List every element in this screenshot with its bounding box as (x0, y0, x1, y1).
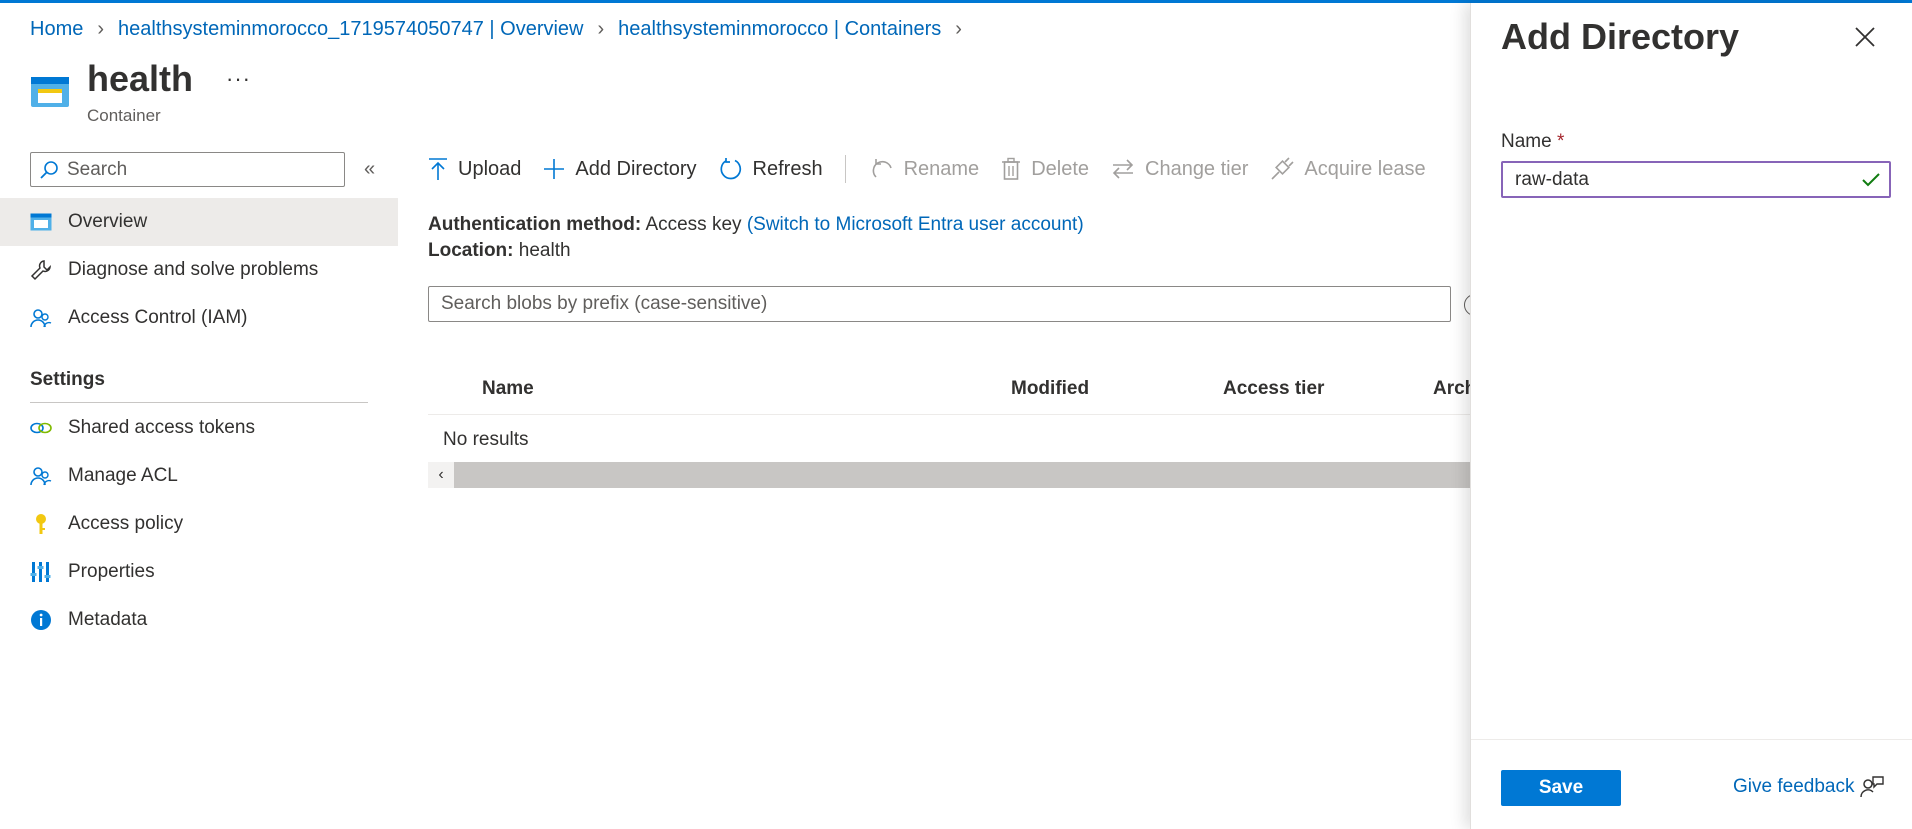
key-icon (30, 513, 52, 535)
sidebar-item-manage-acl[interactable]: Manage ACL (0, 452, 398, 500)
sidebar-item-shared-access-tokens[interactable]: Shared access tokens (0, 404, 398, 452)
rename-label: Rename (903, 157, 980, 180)
directory-name-value: raw-data (1515, 168, 1589, 190)
divider (30, 402, 368, 403)
sidebar-item-label: Diagnose and solve problems (68, 259, 319, 280)
blob-search-input[interactable]: Search blobs by prefix (case-sensitive) (428, 286, 1451, 322)
location-value: health (518, 240, 571, 261)
give-feedback-link[interactable]: Give feedback (1733, 775, 1885, 799)
breadcrumb-home[interactable]: Home (30, 18, 83, 41)
feedback-icon (1860, 776, 1885, 798)
change-tier-button[interactable]: Change tier (1111, 158, 1248, 181)
add-directory-label: Add Directory (575, 157, 697, 180)
refresh-button[interactable]: Refresh (719, 157, 823, 181)
checkmark-icon (1862, 173, 1880, 187)
sidebar-item-label: Access Control (IAM) (68, 307, 248, 328)
delete-button[interactable]: Delete (1001, 157, 1089, 181)
directory-name-input[interactable]: raw-data (1501, 161, 1891, 198)
refresh-label: Refresh (752, 157, 823, 180)
column-header-access-tier[interactable]: Access tier (1223, 378, 1324, 400)
upload-icon (429, 158, 447, 180)
save-button[interactable]: Save (1501, 770, 1621, 806)
panel-title: Add Directory (1501, 16, 1740, 57)
empty-state-text: No results (443, 429, 529, 450)
people-icon (30, 307, 52, 329)
switch-auth-link[interactable]: (Switch to Microsoft Entra user account) (747, 214, 1084, 235)
sidebar-item-properties[interactable]: Properties (0, 548, 398, 596)
link-icon (30, 417, 52, 439)
breadcrumb-containers[interactable]: healthsysteminmorocco | Containers (618, 18, 941, 41)
settings-heading: Settings (30, 369, 105, 390)
chevron-right-icon: › (97, 18, 105, 40)
breadcrumb: Home › healthsysteminmorocco_17195740507… (30, 18, 966, 41)
add-directory-panel: Add Directory Name * raw-data Save Give … (1470, 3, 1912, 829)
change-tier-label: Change tier (1145, 157, 1249, 180)
rename-icon (872, 159, 892, 178)
sidebar-item-access-policy[interactable]: Access policy (0, 500, 398, 548)
toolbar-divider (844, 155, 846, 183)
column-header-modified[interactable]: Modified (1011, 378, 1089, 400)
info-icon (30, 609, 52, 631)
location-line: Location: health (428, 240, 571, 262)
collapse-sidebar-button[interactable]: « (364, 158, 375, 181)
sidebar-item-iam[interactable]: Access Control (IAM) (0, 294, 398, 342)
add-directory-button[interactable]: Add Directory (543, 157, 697, 181)
sidebar-item-label: Access policy (68, 513, 184, 534)
close-icon[interactable] (1853, 25, 1877, 49)
blob-search-placeholder: Search blobs by prefix (case-sensitive) (441, 293, 768, 314)
chevron-left-icon[interactable]: ‹ (428, 462, 454, 488)
sidebar-search-placeholder: Search (67, 158, 128, 180)
sidebar-item-label: Manage ACL (68, 465, 178, 486)
page-subtitle: Container (87, 106, 161, 125)
properties-icon (30, 561, 52, 583)
sidebar-item-label: Metadata (68, 609, 148, 630)
upload-button[interactable]: Upload (428, 157, 521, 181)
search-icon (40, 160, 58, 179)
horizontal-scrollbar[interactable]: ‹ (428, 462, 1470, 488)
column-header-name[interactable]: Name (482, 378, 534, 400)
upload-label: Upload (458, 157, 522, 180)
swap-icon (1112, 159, 1134, 179)
acquire-lease-label: Acquire lease (1304, 157, 1426, 180)
required-mark: * (1556, 131, 1565, 152)
plug-icon (1271, 157, 1294, 180)
auth-method-value: Access key (645, 214, 742, 235)
chevron-right-icon: › (597, 18, 605, 40)
plus-icon (544, 159, 565, 179)
name-label-text: Name (1501, 131, 1552, 152)
more-options-button[interactable]: ··· (226, 66, 251, 92)
acquire-lease-button[interactable]: Acquire lease (1270, 157, 1426, 181)
people-icon (30, 465, 52, 487)
sidebar-item-overview[interactable]: Overview (0, 198, 398, 246)
give-feedback-label: Give feedback (1733, 776, 1855, 797)
sidebar-item-label: Overview (68, 211, 148, 232)
sidebar-item-label: Properties (68, 561, 155, 582)
page-title: health (87, 58, 194, 99)
breadcrumb-overview[interactable]: healthsysteminmorocco_1719574050747 | Ov… (118, 18, 583, 41)
sidebar-search-input[interactable]: Search (30, 152, 345, 187)
location-label: Location: (428, 240, 514, 261)
trash-icon (1002, 157, 1021, 180)
sidebar-item-diagnose[interactable]: Diagnose and solve problems (0, 246, 398, 294)
container-icon (31, 77, 69, 107)
sidebar-item-label: Shared access tokens (68, 417, 255, 438)
delete-label: Delete (1031, 157, 1089, 180)
rename-button[interactable]: Rename (872, 157, 980, 181)
chevron-right-icon: › (955, 18, 962, 40)
command-bar: Upload Add Directory Refresh Rename Dele… (428, 152, 1448, 186)
auth-method-label: Authentication method: (428, 214, 642, 235)
name-field-label: Name * (1501, 131, 1564, 153)
container-icon (30, 211, 52, 233)
auth-method-line: Authentication method: Access key (Switc… (428, 214, 1084, 236)
table-header: Name Modified Access tier Arch (428, 370, 1476, 415)
refresh-icon (719, 158, 741, 180)
sidebar-item-metadata[interactable]: Metadata (0, 596, 398, 644)
wrench-icon (30, 259, 52, 281)
divider (1471, 739, 1912, 740)
